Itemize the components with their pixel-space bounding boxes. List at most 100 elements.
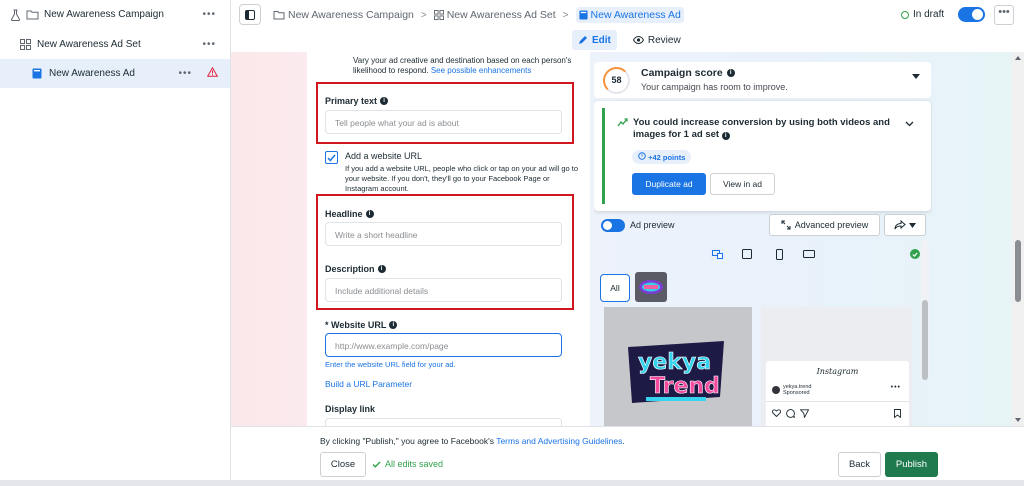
send-icon	[800, 409, 809, 418]
warning-icon	[206, 66, 219, 80]
heart-icon	[772, 409, 781, 417]
more-options-icon[interactable]: •••	[178, 68, 192, 79]
share-preview-button[interactable]	[884, 214, 926, 236]
square-placement-icon[interactable]	[740, 248, 754, 260]
breadcrumb-separator: >	[420, 9, 427, 21]
more-options-icon[interactable]: •••	[202, 39, 216, 50]
tab-edit[interactable]: Edit	[572, 30, 617, 50]
page-scrollbar-thumb[interactable]	[1015, 240, 1021, 302]
toggle-sidebar-button[interactable]	[239, 4, 261, 25]
highlight-box-primary-text	[316, 82, 574, 144]
build-url-parameter-link[interactable]: Build a URL Parameter	[325, 379, 412, 389]
breadcrumb-ad[interactable]: New Awareness Ad	[575, 7, 684, 23]
legal-text: By clicking "Publish," you agree to Face…	[320, 436, 494, 446]
feed-preview-image[interactable]: yekya Trend	[604, 307, 752, 426]
campaign-score-card[interactable]: 58 Campaign score i Your campaign has ro…	[594, 62, 931, 98]
advanced-preview-label: Advanced preview	[794, 220, 869, 230]
website-url-checkbox-label: Add a website URL	[345, 151, 423, 161]
recommendation-text: You could increase conversion by using b…	[633, 117, 893, 141]
tree-item-ad[interactable]: New Awareness Ad •••	[0, 59, 230, 88]
divider	[766, 401, 909, 402]
campaign-tree-sidebar: New Awareness Campaign ••• New Awareness…	[0, 0, 231, 486]
website-url-input[interactable]: http://www.example.com/page	[325, 333, 562, 357]
breadcrumb-ad-label: New Awareness Ad	[590, 9, 681, 21]
comment-icon	[786, 409, 795, 418]
website-url-checkbox[interactable]	[325, 151, 338, 164]
publish-button[interactable]: Publish	[885, 452, 938, 477]
all-media-filter-button[interactable]: All	[600, 274, 630, 302]
website-url-label-text: * Website URL	[325, 320, 387, 330]
folder-icon	[25, 8, 39, 22]
more-options-button[interactable]: •••	[994, 5, 1014, 25]
breadcrumb-adset[interactable]: New Awareness Ad Set	[433, 9, 556, 21]
status-dot-icon	[901, 10, 909, 19]
more-options-icon[interactable]: •••	[891, 384, 901, 391]
legal-suffix: .	[622, 436, 625, 446]
breadcrumb-campaign[interactable]: New Awareness Campaign	[273, 9, 414, 21]
more-options-icon[interactable]: •••	[202, 9, 216, 20]
page-scrollbar[interactable]	[1012, 52, 1024, 426]
view-in-ad-button[interactable]: View in ad	[710, 173, 775, 195]
ad-preview-label: Ad preview	[630, 220, 675, 230]
enhancements-intro: Vary your ad creative and destination ba…	[353, 56, 585, 76]
preview-scrollbar-thumb[interactable]	[922, 300, 928, 380]
ad-preview-toggle[interactable]	[601, 219, 625, 232]
save-status: All edits saved	[372, 459, 443, 469]
brand-logo-thumbnail	[639, 280, 663, 294]
score-icon	[638, 152, 646, 160]
pencil-icon	[579, 36, 587, 44]
display-link-input[interactable]	[325, 418, 562, 426]
draft-status: In draft	[901, 9, 944, 20]
instagram-post-header: yekya.trend Sponsored	[772, 384, 811, 396]
tree-item-campaign[interactable]: New Awareness Campaign •••	[0, 0, 230, 29]
bookmark-icon[interactable]	[894, 409, 901, 421]
close-button[interactable]: Close	[320, 452, 366, 477]
trend-up-icon	[617, 118, 628, 130]
tree-item-adset[interactable]: New Awareness Ad Set •••	[0, 30, 230, 59]
horizontal-placement-icon[interactable]	[802, 248, 816, 260]
info-icon[interactable]: i	[721, 132, 730, 140]
scroll-up-arrow-icon[interactable]	[1015, 56, 1021, 60]
instagram-actions	[772, 409, 809, 418]
grid-icon	[18, 38, 32, 52]
flask-icon	[8, 8, 22, 22]
footer-bar: By clicking "Publish," you agree to Face…	[231, 426, 1024, 486]
scroll-down-arrow-icon[interactable]	[1015, 418, 1021, 422]
status-label: In draft	[913, 9, 945, 20]
sponsored-label: Sponsored	[783, 390, 810, 396]
checkmark-icon	[372, 461, 381, 468]
instagram-post-card: Instagram yekya.trend Sponsored •••	[766, 361, 909, 426]
check-circle-icon	[910, 249, 920, 259]
tree-item-label: New Awareness Ad Set	[37, 39, 141, 50]
folder-icon	[273, 11, 285, 20]
ad-preview-panel: 58 Campaign score i Your campaign has ro…	[594, 52, 932, 426]
ad-on-off-toggle[interactable]	[958, 7, 985, 22]
info-icon[interactable]: i	[726, 69, 735, 77]
highlight-box-headline-description	[316, 194, 574, 310]
campaign-score-subtitle: Your campaign has room to improve.	[641, 82, 788, 92]
campaign-score-title: Campaign score i	[641, 67, 735, 79]
caret-down-icon	[909, 222, 916, 228]
back-button[interactable]: Back	[838, 452, 881, 477]
enhancements-link[interactable]: See possible enhancements	[431, 66, 532, 75]
instagram-preview[interactable]: Instagram yekya.trend Sponsored •••	[761, 307, 912, 426]
preview-scrollbar[interactable]	[921, 240, 929, 380]
media-thumbnail[interactable]	[635, 272, 667, 302]
website-url-label: * Website URL i	[325, 320, 398, 330]
advanced-preview-button[interactable]: Advanced preview	[769, 214, 880, 236]
breadcrumb: New Awareness Campaign > New Awareness A…	[273, 7, 684, 23]
caret-down-icon[interactable]	[912, 74, 920, 79]
info-icon[interactable]: i	[389, 321, 398, 329]
terms-link[interactable]: Terms and Advertising Guidelines	[496, 436, 622, 446]
chevron-down-icon[interactable]	[905, 118, 914, 130]
breadcrumb-adset-label: New Awareness Ad Set	[446, 9, 556, 21]
desktop-feed-placement-icon[interactable]	[710, 248, 724, 260]
expand-icon	[781, 220, 791, 230]
tab-review[interactable]: Review	[627, 30, 687, 50]
display-link-label: Display link	[325, 404, 376, 414]
duplicate-ad-button[interactable]: Duplicate ad	[632, 173, 706, 195]
logo-line-1: yekya	[638, 350, 711, 375]
vertical-placement-icon[interactable]	[772, 248, 786, 260]
avatar	[772, 386, 780, 394]
points-badge: +42 points	[632, 150, 692, 164]
